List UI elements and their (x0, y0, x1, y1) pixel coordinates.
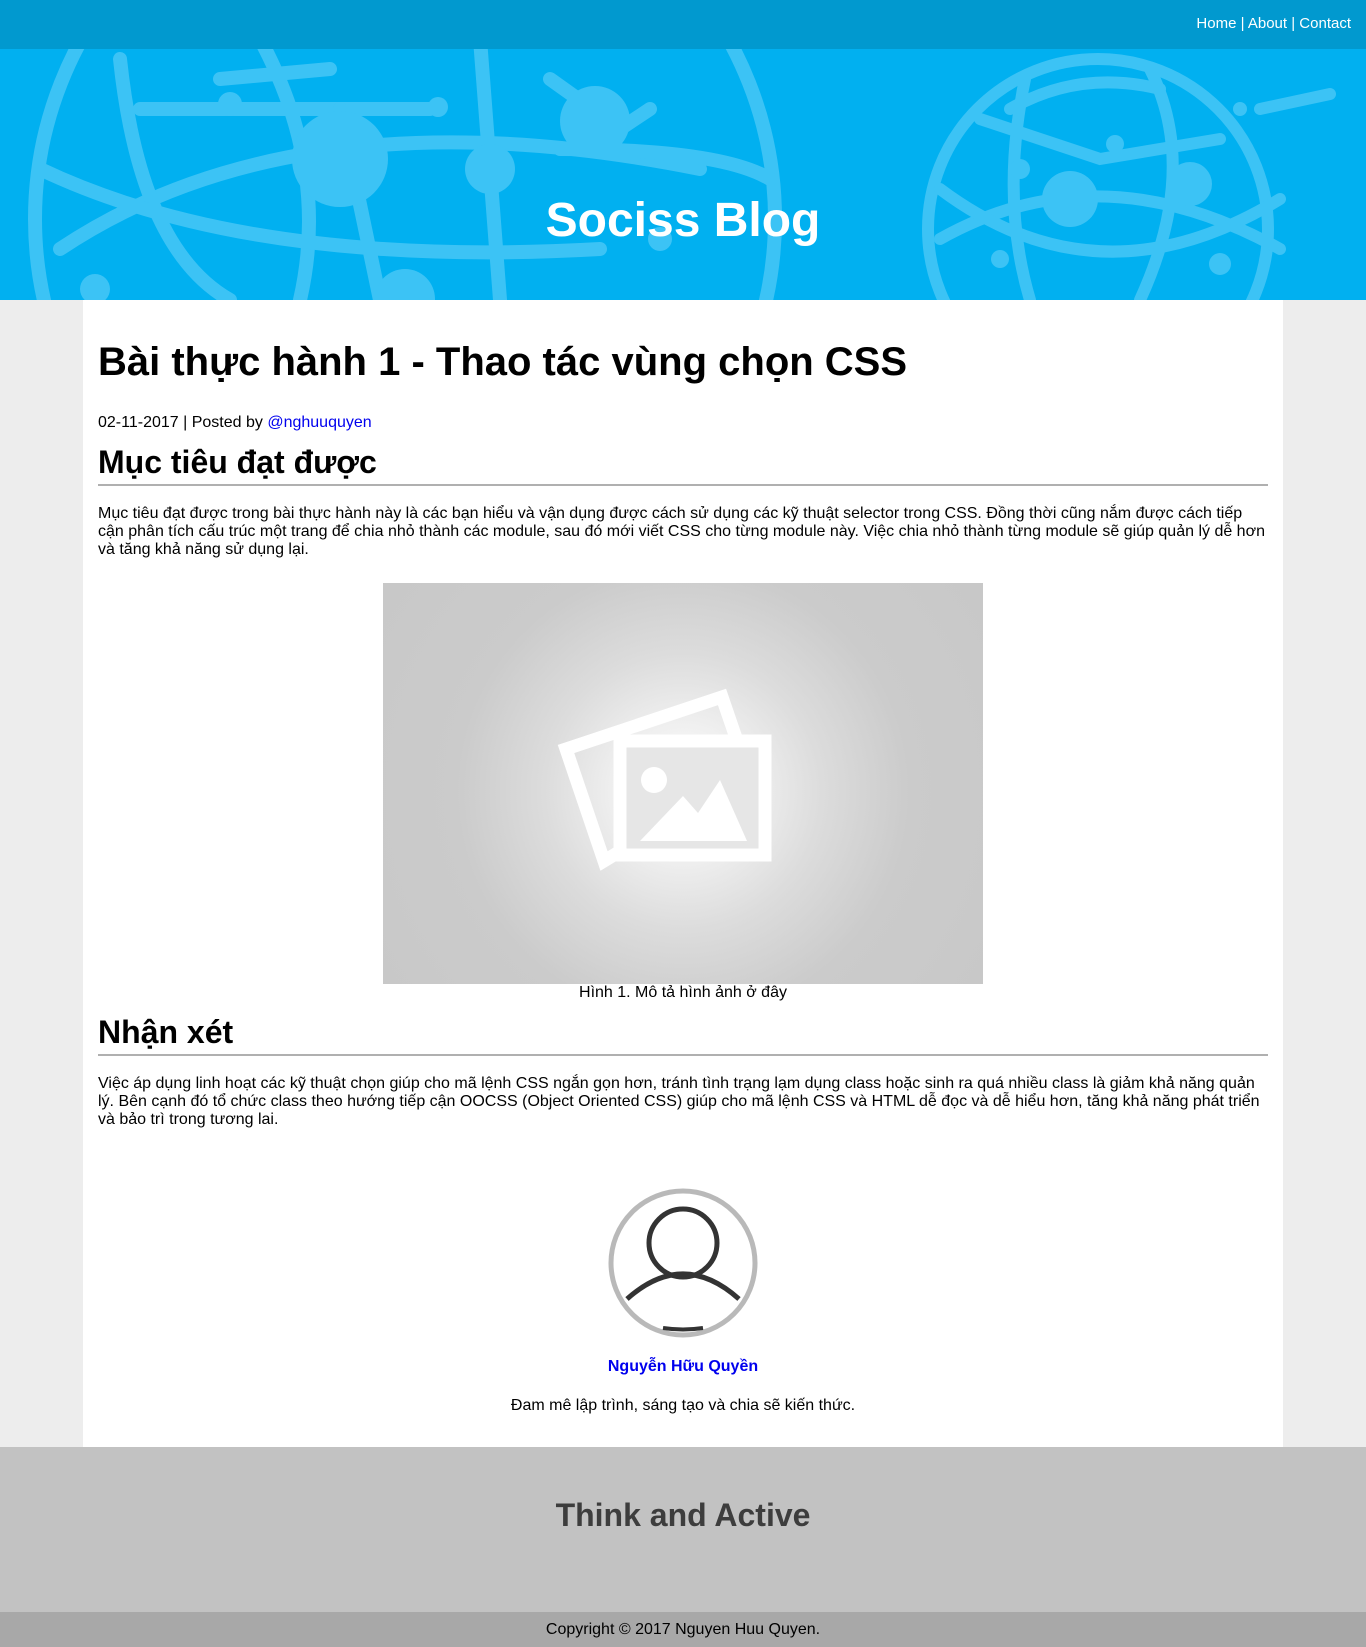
site-title: Sociss Blog (545, 194, 821, 247)
main-nav: Home | About | Contact (1196, 15, 1351, 32)
image-placeholder-icon (557, 688, 772, 871)
author-bio: Đam mê lập trình, sáng tạo và chia sẽ ki… (510, 1397, 856, 1414)
post-image-placeholder (383, 583, 983, 984)
footer-slogan: Think and Active (555, 1497, 811, 1533)
user-avatar-icon (608, 1188, 758, 1338)
section-text-review: Việc áp dụng linh hoạt các kỹ thuật chọn… (98, 1075, 1260, 1128)
posted-by-label: | Posted by (183, 414, 263, 431)
author-name-link[interactable]: Nguyễn Hữu Quyền (608, 1358, 758, 1375)
nav-about-link[interactable]: About (1248, 15, 1287, 32)
nav-home-link[interactable]: Home (1196, 15, 1236, 32)
footer: Think and Active (0, 1447, 1366, 1612)
post-meta: 02-11-2017 | Posted by @nghuuquyen (98, 414, 372, 432)
post-title: Bài thực hành 1 - Thao tác vùng chọn CSS (98, 340, 908, 384)
nav-separator: | (1240, 15, 1245, 32)
post-date: 02-11-2017 (98, 414, 179, 431)
nav-separator: | (1291, 15, 1296, 32)
top-bar: Home | About | Contact (0, 0, 1366, 49)
author-handle-link[interactable]: @nghuuquyen (267, 414, 371, 431)
copyright-bar: Copyright © 2017 Nguyen Huu Quyen. (0, 1612, 1366, 1647)
article-container: Bài thực hành 1 - Thao tác vùng chọn CSS… (83, 300, 1283, 1447)
hero-banner: Sociss Blog (0, 49, 1366, 300)
nav-contact-link[interactable]: Contact (1299, 15, 1351, 32)
author-avatar (607, 1187, 759, 1339)
section-text-goals: Mục tiêu đạt được trong bài thực hành nà… (98, 505, 1265, 558)
author-name: Nguyễn Hữu Quyền (83, 1358, 1283, 1376)
section-heading-goals: Mục tiêu đạt được (98, 446, 1268, 486)
network-globe-background (28, 49, 1336, 300)
section-heading-review: Nhận xét (98, 1016, 1268, 1056)
figure-caption: Hình 1. Mô tả hình ảnh ở đây (579, 984, 787, 1001)
